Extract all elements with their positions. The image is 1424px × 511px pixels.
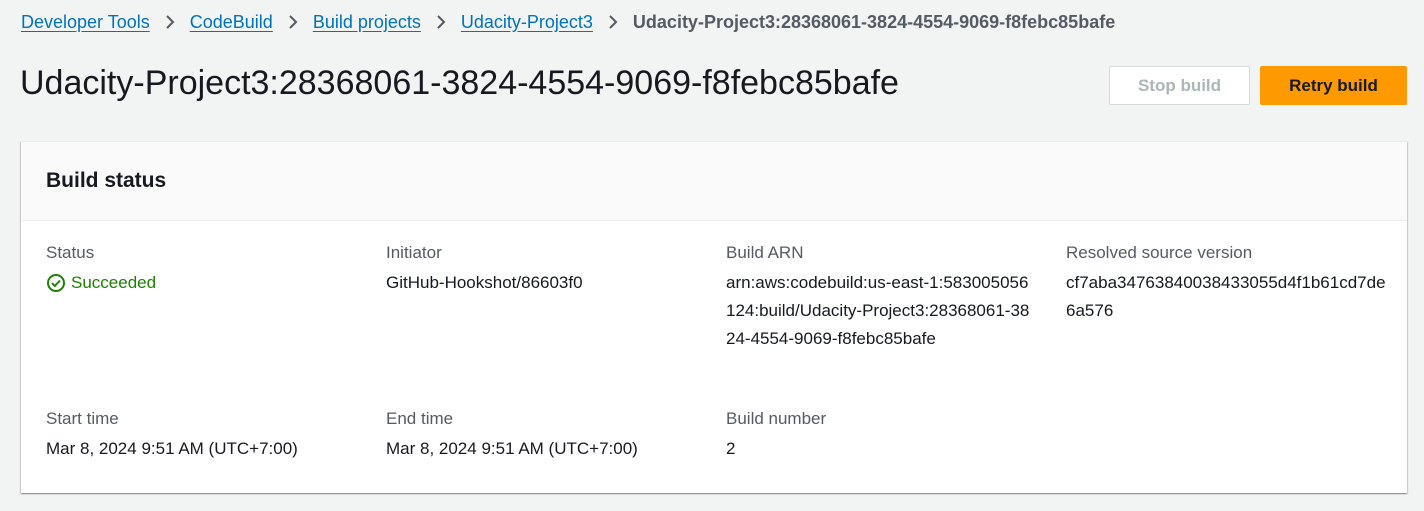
start-time-field: Start time Mar 8, 2024 9:51 AM (UTC+7:00… [46, 407, 366, 463]
page-title: Udacity-Project3:28368061-3824-4554-9069… [20, 64, 899, 102]
chevron-right-icon [150, 10, 190, 34]
source-version-label: Resolved source version [1066, 243, 1253, 262]
breadcrumb: Developer Tools CodeBuild Build projects… [21, 10, 1115, 34]
source-version-field: Resolved source version cf7aba3476384003… [1066, 241, 1386, 325]
end-time-label: End time [386, 409, 454, 428]
initiator-field: Initiator GitHub-Hookshot/86603f0 [386, 241, 706, 297]
build-number-value: 2 [726, 439, 736, 458]
end-time-field: End time Mar 8, 2024 9:51 AM (UTC+7:00) [386, 407, 706, 463]
stop-build-button[interactable]: Stop build [1109, 66, 1250, 105]
check-circle-icon [46, 273, 66, 293]
status-badge: Succeeded [46, 269, 366, 297]
retry-build-button[interactable]: Retry build [1260, 66, 1407, 105]
build-arn-label: Build ARN [726, 243, 804, 262]
initiator-value: GitHub-Hookshot/86603f0 [386, 273, 583, 292]
build-status-panel: Build status Status Succeeded Initiator … [21, 141, 1407, 493]
status-value: Succeeded [71, 273, 157, 292]
start-time-label: Start time [46, 409, 119, 428]
chevron-right-icon [593, 10, 633, 34]
status-field: Status Succeeded [46, 241, 366, 297]
breadcrumb-current: Udacity-Project3:28368061-3824-4554-9069… [632, 11, 1116, 32]
chevron-right-icon [273, 10, 313, 34]
build-number-label: Build number [726, 409, 827, 428]
breadcrumb-project[interactable]: Udacity-Project3 [461, 12, 593, 33]
initiator-label: Initiator [386, 243, 442, 262]
build-arn-value: arn:aws:codebuild:us-east-1:583005056124… [726, 273, 1030, 348]
source-version-value: cf7aba34763840038433055d4f1b61cd7de6a576 [1066, 273, 1386, 320]
panel-title: Build status [46, 169, 167, 192]
breadcrumb-codebuild[interactable]: CodeBuild [190, 12, 273, 33]
status-label: Status [46, 243, 95, 262]
panel-header: Build status [21, 142, 1407, 221]
breadcrumb-build-projects[interactable]: Build projects [313, 12, 421, 33]
chevron-right-icon [421, 10, 461, 34]
breadcrumb-developer-tools[interactable]: Developer Tools [21, 12, 150, 33]
build-arn-field: Build ARN arn:aws:codebuild:us-east-1:58… [726, 241, 1036, 353]
header-actions: Stop build Retry build [1109, 66, 1407, 105]
end-time-value: Mar 8, 2024 9:51 AM (UTC+7:00) [386, 439, 638, 458]
start-time-value: Mar 8, 2024 9:51 AM (UTC+7:00) [46, 439, 298, 458]
build-number-field: Build number 2 [726, 407, 1046, 463]
